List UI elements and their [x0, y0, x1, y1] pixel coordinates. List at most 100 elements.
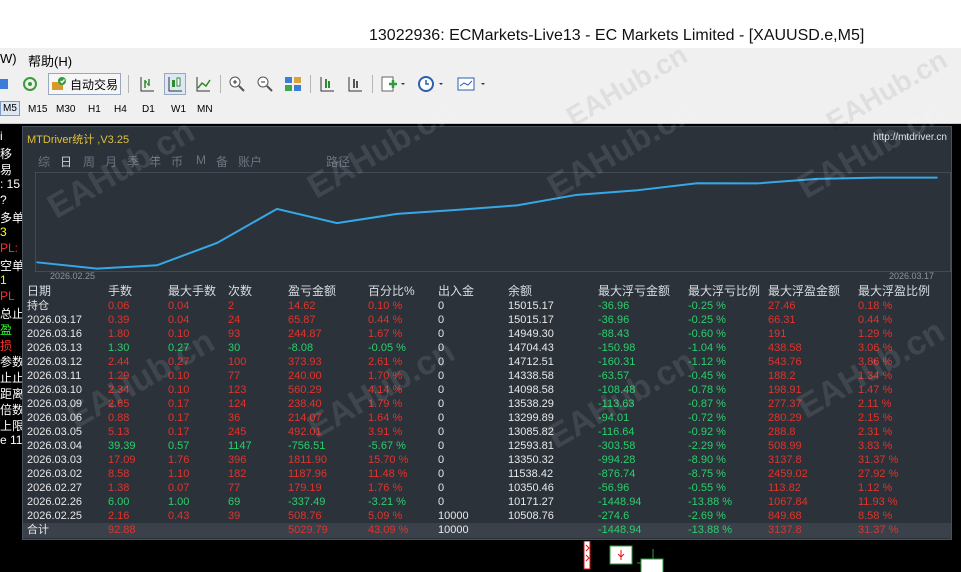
- zoom-out-icon[interactable]: [254, 73, 276, 95]
- timeframe-m30[interactable]: M30: [56, 104, 75, 115]
- timeframe-mn[interactable]: MN: [197, 104, 213, 115]
- tab-9[interactable]: 账户: [238, 153, 262, 170]
- tab-4[interactable]: 季: [127, 153, 139, 170]
- tab-5[interactable]: 年: [149, 153, 161, 170]
- cell-pnl: 238.40: [288, 398, 322, 410]
- cell-lots: 2.34: [108, 384, 130, 396]
- cell-max-fp-pct: 0.18 %: [858, 300, 893, 312]
- zoom-in-icon[interactable]: [226, 73, 248, 95]
- tab-6[interactable]: 币: [171, 153, 183, 170]
- equity-point: [276, 208, 278, 210]
- table-row: 2026.03.10 2.34 0.10 123 560.29 4.14 % 0 14098.…: [23, 383, 951, 397]
- left-panel-fragment: ?: [0, 193, 7, 207]
- chart-start-label: 2026.02.25: [50, 271, 96, 281]
- auto-trade-label: 自动交易: [69, 77, 118, 92]
- timeframe-m5[interactable]: M5: [0, 101, 20, 116]
- candle-chart-icon[interactable]: [164, 73, 186, 95]
- left-panel-fragment: 空单: [0, 259, 22, 273]
- cell-max-dd: -108.48: [598, 384, 636, 396]
- cell-balance: 12593.81: [508, 440, 554, 452]
- cell-max-fp-pct: 3.86 %: [858, 356, 893, 368]
- cell-pnl: 492.01: [288, 426, 322, 438]
- auto-trade-button[interactable]: 自动交易: [48, 73, 121, 95]
- tab-8[interactable]: 备: [216, 153, 228, 170]
- cell-max-dd-pct: -2.29 %: [688, 440, 726, 452]
- cell-max-dd: -160.31: [598, 356, 636, 368]
- cell-pct: 4.14 %: [368, 384, 403, 396]
- column-header: 出入金: [438, 284, 475, 298]
- cell-pnl: 240.00: [288, 370, 322, 382]
- cell-date: 2026.03.16: [27, 328, 83, 340]
- timeframe-m15[interactable]: M15: [28, 104, 47, 115]
- total-max-dd: -1448.94: [598, 524, 642, 536]
- template-icon[interactable]: [454, 73, 490, 95]
- total-pnl: 5029.79: [288, 524, 328, 536]
- cell-max-lots: 0.04: [168, 300, 190, 312]
- tab-3[interactable]: 月: [105, 153, 117, 170]
- cell-lots: 17.09: [108, 454, 136, 466]
- cell-flow: 0: [438, 412, 445, 424]
- cell-max-fp: 849.68: [768, 510, 802, 522]
- left-panel-fragment: : 15: [0, 177, 21, 191]
- dashboard-url[interactable]: http://mtdriver.cn: [873, 132, 947, 143]
- cell-max-lots: 0.10: [168, 370, 190, 382]
- timeframe-w1[interactable]: W1: [171, 104, 186, 115]
- cell-max-dd-pct: -0.25 %: [688, 314, 726, 326]
- left-panel-fragment: 距离: [0, 387, 22, 401]
- cell-balance: 13538.29: [508, 398, 554, 410]
- cell-lots: 8.58: [108, 468, 130, 480]
- equity-point: [636, 189, 638, 192]
- cell-max-dd: -116.64: [598, 426, 635, 438]
- cell-count: 396: [228, 454, 247, 466]
- line-chart-icon[interactable]: [192, 73, 214, 95]
- menu-item-window[interactable]: W): [0, 51, 17, 66]
- cell-lots: 1.38: [108, 482, 130, 494]
- cell-max-fp: 438.58: [768, 342, 802, 354]
- column-header: 最大浮亏比例: [688, 284, 761, 298]
- timeframe-h4[interactable]: H4: [114, 104, 127, 115]
- column-header: 手数: [108, 284, 133, 298]
- total-lots: 92.88: [108, 524, 136, 536]
- candles: [583, 540, 664, 572]
- column-header: 次数: [228, 284, 253, 298]
- tab-10[interactable]: 路径: [326, 153, 350, 170]
- column-header: 百分比%: [368, 284, 415, 298]
- cell-max-dd-pct: -0.45 %: [688, 370, 726, 382]
- cell-count: 1147: [228, 440, 252, 452]
- cell-max-dd: -36.96: [598, 314, 630, 326]
- cell-max-fp-pct: 27.92 %: [858, 468, 899, 480]
- cell-flow: 0: [438, 454, 445, 466]
- equity-point: [396, 213, 398, 215]
- bar-chart-icon[interactable]: [136, 73, 158, 95]
- cell-flow: 0: [438, 482, 445, 494]
- cell-max-dd-pct: -0.55 %: [688, 482, 726, 494]
- tab-0[interactable]: 综: [38, 153, 50, 170]
- menu-item-help[interactable]: 帮助(H): [28, 51, 72, 70]
- tab-7[interactable]: M: [196, 153, 206, 167]
- period-icon[interactable]: [414, 73, 448, 95]
- cell-max-lots: 0.07: [168, 482, 190, 494]
- tile-icon[interactable]: [282, 73, 304, 95]
- table-row: 2026.03.03 17.09 1.76 396 1811.90 15.70 % 0 133…: [23, 453, 951, 467]
- chart-icon[interactable]: [0, 73, 10, 95]
- total-max-dd-pct: -13.88 %: [688, 524, 733, 536]
- cell-max-lots: 1.10: [168, 468, 190, 480]
- timeframe-d1[interactable]: D1: [142, 104, 155, 115]
- left-panel-fragment: 1: [0, 273, 7, 287]
- tab-2[interactable]: 周: [83, 153, 95, 170]
- equity-point: [96, 267, 98, 270]
- cell-count: 93: [228, 328, 241, 340]
- cell-pnl: 14.62: [288, 300, 316, 312]
- indicator-icon[interactable]: [378, 73, 408, 95]
- tab-1[interactable]: 日: [60, 153, 72, 170]
- shift-icon[interactable]: [344, 73, 366, 95]
- cell-max-lots: 0.17: [168, 412, 190, 424]
- cell-pnl: -8.08: [288, 342, 314, 354]
- scroll-icon[interactable]: [316, 73, 338, 95]
- refresh-icon[interactable]: [20, 73, 40, 95]
- timeframe-h1[interactable]: H1: [88, 104, 101, 115]
- cell-max-dd-pct: -8.90 %: [688, 454, 726, 466]
- cell-max-dd-pct: -13.88 %: [688, 496, 733, 508]
- left-panel-fragment: e 11: [0, 433, 22, 447]
- cell-pnl: 214.07: [288, 412, 322, 424]
